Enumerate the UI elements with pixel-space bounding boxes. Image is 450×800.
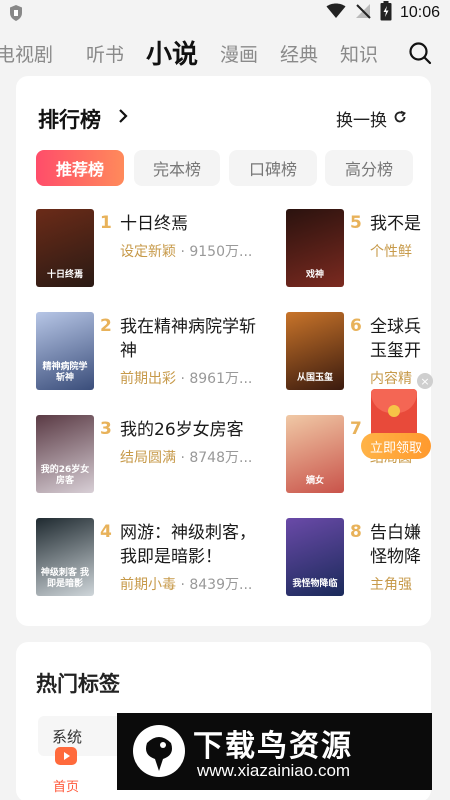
tab-knowledge[interactable]: 知识: [340, 40, 378, 67]
book-item[interactable]: 我怪物降临 8 告白嫌怪物降主角强: [286, 518, 431, 598]
book-cover-text: 我的26岁女房客: [40, 465, 90, 486]
book-meta: 结局圆满 · 8748万...: [120, 450, 253, 466]
ranking-title[interactable]: 排行榜: [38, 104, 101, 134]
book-title-line: 网游：神级刺客，: [120, 523, 256, 543]
close-icon[interactable]: ×: [417, 373, 433, 389]
watermark-url: www.xiazainiao.com: [197, 761, 351, 780]
book-cover[interactable]: 神级刺客 我即是暗影: [36, 518, 94, 596]
tab-classic[interactable]: 经典: [280, 40, 318, 67]
book-title-line: 十日终焉: [120, 214, 188, 234]
home-icon: [54, 744, 78, 772]
book-rank: 4: [100, 522, 112, 542]
book-title-line: 我在精神病院学斩: [120, 317, 256, 337]
hot-tags-title: 热门标签: [36, 672, 120, 696]
book-meta: 设定新颖 · 9150万...: [120, 244, 253, 260]
book-title-line: 全球兵: [370, 317, 421, 337]
status-bar: 10:06: [0, 0, 450, 26]
refresh-button[interactable]: 换一换: [336, 106, 407, 131]
book-cover[interactable]: 我怪物降临: [286, 518, 344, 596]
book-readers: 8748万...: [189, 450, 253, 466]
chip-reputation[interactable]: 口碑榜: [229, 150, 317, 186]
book-title-line: 告白嫌: [370, 523, 421, 543]
book-rank: 1: [100, 213, 112, 233]
shield-icon: [8, 3, 28, 23]
book-rank: 2: [100, 316, 112, 336]
book-title: 我在精神病院学斩神: [120, 315, 256, 363]
book-title: 告白嫌 怪物降: [370, 521, 421, 569]
watermark-brand: 下载鸟资源: [193, 729, 353, 764]
book-meta: 前期出彩 · 8961万...: [120, 371, 253, 387]
book-title: 十日终焉: [120, 212, 188, 236]
book-cover[interactable]: 嫡女: [286, 415, 344, 493]
book-rank: 5: [350, 213, 362, 233]
chevron-right-icon[interactable]: [116, 108, 130, 124]
book-tag: 设定新颖: [120, 244, 176, 260]
refresh-icon: [393, 109, 407, 129]
book-tag: 前期出彩: [120, 371, 176, 387]
book-cover[interactable]: 十日终焉: [36, 209, 94, 287]
book-cover-text: 戏神: [305, 270, 324, 280]
book-cover[interactable]: 戏神: [286, 209, 344, 287]
book-item[interactable]: 我的26岁女房客 3 我的26岁女房客 结局圆满 · 8748万...: [36, 415, 276, 495]
battery-icon: [380, 1, 392, 25]
claim-button[interactable]: 立即领取: [361, 433, 431, 459]
book-tag: 前期小毒: [120, 577, 176, 593]
book-tag: 个性鲜: [370, 244, 412, 260]
top-nav: 电视剧 听书 小说 漫画 经典 知识: [0, 28, 450, 76]
chip-high-score[interactable]: 高分榜: [325, 150, 413, 186]
wifi-icon: [326, 3, 346, 23]
book-title: 我的26岁女房客: [120, 418, 244, 442]
book-item[interactable]: 从国玉玺 6 全球兵 玉玺开 内容精: [286, 312, 431, 392]
no-signal-icon: [354, 2, 372, 24]
book-title: 全球兵 玉玺开: [370, 315, 421, 363]
book-tag: 主角强: [370, 577, 412, 593]
book-title-line: 怪物降: [370, 547, 421, 567]
book-meta: 个性鲜: [370, 241, 412, 261]
tab-tv[interactable]: 电视剧: [0, 40, 53, 67]
book-title: 我不是: [370, 212, 421, 236]
book-rank: 6: [350, 316, 362, 336]
bottom-nav-home[interactable]: 首页: [36, 744, 96, 800]
book-item[interactable]: 戏神 5 我不是个性鲜: [286, 209, 431, 289]
book-readers: 9150万...: [189, 244, 253, 260]
book-cover-text: 精神病院学斩神: [42, 362, 88, 383]
book-cover[interactable]: 我的26岁女房客: [36, 415, 94, 493]
book-title-line: 我不是: [370, 214, 421, 234]
book-rank: 3: [100, 419, 112, 439]
book-title-line: 我的26岁女房客: [120, 420, 244, 440]
book-cover-text: 十日终焉: [46, 270, 83, 280]
book-tag: 结局圆满: [120, 450, 176, 466]
book-meta: 前期小毒 · 8439万...: [120, 577, 253, 593]
book-cover[interactable]: 从国玉玺: [286, 312, 344, 390]
search-icon[interactable]: [408, 41, 432, 65]
ranking-card: 排行榜 换一换 推荐榜 完本榜 口碑榜 高分榜 十日终焉 1 十日终焉 设定新颖 · …: [16, 76, 431, 626]
book-cover-text: 从国玉玺: [296, 373, 333, 383]
book-item[interactable]: 神级刺客 我即是暗影 4 网游：神级刺客， 我即是暗影！ 前期小毒 · 8439万...: [36, 518, 276, 598]
book-title-line: 我即是暗影！: [120, 547, 222, 567]
book-cover-text: 嫡女: [305, 476, 324, 486]
book-rank: 8: [350, 522, 362, 542]
chip-completed[interactable]: 完本榜: [134, 150, 220, 186]
tab-audiobook[interactable]: 听书: [86, 40, 124, 67]
book-cover[interactable]: 精神病院学斩神: [36, 312, 94, 390]
watermark-logo: 下载鸟资源 www.xiazainiao.com: [117, 713, 432, 790]
book-item[interactable]: 十日终焉 1 十日终焉 设定新颖 · 9150万...: [36, 209, 276, 289]
tab-comic[interactable]: 漫画: [220, 40, 258, 67]
home-label: 首页: [52, 780, 79, 795]
book-item[interactable]: 精神病院学斩神 2 我在精神病院学斩神前期出彩 · 8961万...: [36, 312, 276, 392]
book-cover-text: 我怪物降临: [292, 579, 338, 589]
book-meta: 主角强: [370, 574, 412, 594]
refresh-label: 换一换: [336, 111, 387, 131]
book-title-line: 玉玺开: [370, 341, 421, 361]
book-readers: 8961万...: [189, 371, 253, 387]
book-cover-text: 神级刺客 我即是暗影: [40, 568, 90, 589]
status-time: 10:06: [399, 4, 440, 21]
book-title: 网游：神级刺客， 我即是暗影！: [120, 521, 256, 569]
book-title-line: 神: [120, 341, 137, 361]
red-envelope-widget[interactable]: 立即领取 ×: [361, 373, 433, 463]
chip-recommend[interactable]: 推荐榜: [36, 150, 124, 186]
bird-logo-icon: [129, 721, 189, 785]
tab-novel[interactable]: 小说: [146, 34, 198, 71]
book-readers: 8439万...: [189, 577, 253, 593]
